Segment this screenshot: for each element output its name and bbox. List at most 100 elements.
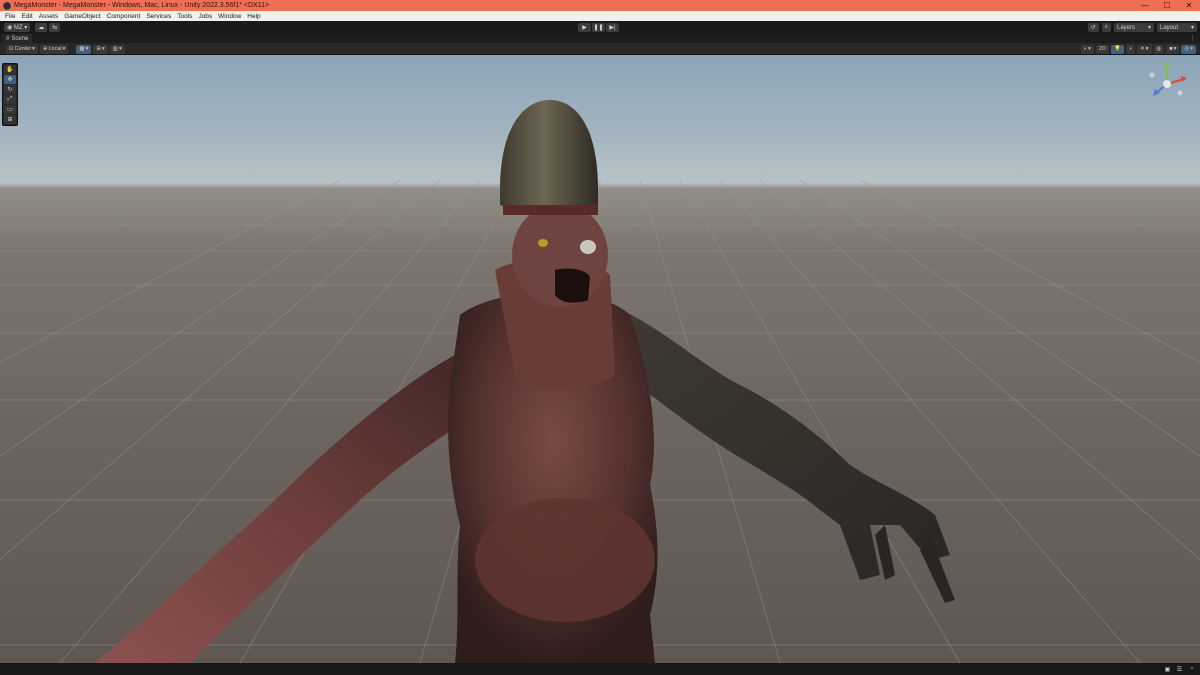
chevron-down-icon: ▾	[1190, 46, 1193, 52]
pause-icon: ❚❚	[593, 25, 604, 31]
menu-gameobject[interactable]: GameObject	[61, 13, 104, 20]
undo-history-button[interactable]: ↺	[1087, 23, 1099, 32]
grid-snapping-dropdown[interactable]: ▦ ▾	[76, 44, 92, 54]
console-icon[interactable]: ▣	[1163, 665, 1172, 673]
camera-icon: ■	[1169, 46, 1173, 52]
draw-mode-dropdown[interactable]: ◐ ▾	[1080, 44, 1094, 54]
more-options-icon[interactable]: ⋮	[1189, 34, 1196, 42]
space-label: Local	[48, 46, 62, 52]
collab-button[interactable]: ⇆	[49, 23, 61, 32]
gizmos-icon: ◎	[1184, 46, 1190, 52]
layout-dropdown[interactable]: Layout ▾	[1157, 23, 1197, 32]
rect-tool-icon[interactable]: ▭	[4, 105, 16, 114]
chevron-down-icon: ▾	[62, 46, 66, 52]
search-button[interactable]: ⌕	[1101, 23, 1111, 32]
grid-icon: ▦	[79, 46, 85, 52]
play-button[interactable]: ▶	[578, 23, 591, 32]
cloud-icon: ☁	[38, 25, 45, 31]
hand-tool-icon[interactable]: ✋	[4, 65, 16, 74]
lighting-toggle[interactable]: 💡	[1110, 44, 1124, 54]
chevron-down-icon: ▾	[1145, 46, 1149, 52]
menu-window[interactable]: Window	[215, 13, 244, 20]
chevron-down-icon: ▾	[118, 46, 122, 52]
window-controls: — ☐ ✕	[1134, 0, 1200, 11]
chevron-down-icon: ▾	[102, 46, 105, 52]
increment-snap-dropdown[interactable]: ⊞ ▾	[93, 44, 108, 54]
mode-2d-label: 2D	[1098, 46, 1106, 52]
space-dropdown[interactable]: ⊕ Local ▾	[39, 44, 69, 54]
history-icon: ↺	[1090, 25, 1096, 31]
scale-tool-icon[interactable]: ⤢	[4, 95, 16, 104]
chevron-down-icon: ▾	[1147, 25, 1151, 31]
close-button[interactable]: ✕	[1178, 0, 1200, 11]
menu-help[interactable]: Help	[244, 13, 263, 20]
window-title: MegaMonster - MegaMonster - Windows, Mac…	[14, 2, 270, 9]
shading-icon: ◐	[1083, 46, 1088, 52]
unity-icon	[3, 1, 11, 10]
pivot-dropdown[interactable]: ⊡ Center ▾	[6, 44, 38, 54]
toggle-2d-button[interactable]: 2D	[1095, 44, 1109, 54]
effects-dropdown[interactable]: ✦ ▾	[1137, 44, 1152, 54]
menu-edit[interactable]: Edit	[18, 13, 35, 20]
account-icon: ◉	[7, 25, 14, 31]
menu-file[interactable]: File	[2, 13, 18, 20]
layers-label: Layers	[1117, 24, 1136, 31]
play-icon: ▶	[582, 25, 587, 31]
scene-visibility-toggle[interactable]: ◍	[1153, 44, 1165, 54]
chevron-down-icon: ▾	[1088, 46, 1091, 52]
main-toolbar: ◉ MZ ▾ ☁ ⇆ ▶ ❚❚ ▶| ↺ ⌕ Layers ▾ Layout ▾	[0, 21, 1200, 34]
account-label: MZ	[13, 24, 23, 31]
account-dropdown[interactable]: ◉ MZ ▾	[4, 23, 31, 32]
layers-dropdown[interactable]: Layers ▾	[1114, 23, 1154, 32]
chevron-down-icon: ▾	[1173, 46, 1177, 52]
audio-toggle[interactable]: ◖	[1125, 44, 1136, 54]
ruler-icon: ▥	[112, 46, 118, 52]
cloud-button[interactable]: ☁	[35, 23, 48, 32]
chevron-down-icon: ▾	[32, 46, 35, 52]
chevron-down-icon: ▾	[85, 46, 89, 52]
maximize-button[interactable]: ☐	[1156, 0, 1178, 11]
notifications-icon[interactable]: ◔	[1187, 665, 1196, 673]
chevron-down-icon: ▾	[22, 25, 28, 31]
chevron-down-icon: ▾	[1190, 25, 1194, 31]
status-bar: ▣ ☰ ◔	[0, 663, 1200, 675]
tools-overlay: ✋ ✥ ↻ ⤢ ▭ ⊞	[2, 63, 18, 126]
step-button[interactable]: ▶|	[606, 23, 619, 32]
snap-icon: ⊞	[96, 46, 101, 52]
rotate-tool-icon[interactable]: ↻	[4, 85, 16, 94]
minimize-button[interactable]: —	[1134, 0, 1156, 11]
menu-tools[interactable]: Tools	[174, 13, 195, 20]
menu-component[interactable]: Component	[104, 13, 144, 20]
transform-tool-icon[interactable]: ⊞	[4, 115, 16, 124]
tab-bar: # Scene ⋮	[0, 34, 1200, 43]
tab-scene-label: Scene	[11, 35, 29, 42]
menu-jobs[interactable]: Jobs	[195, 13, 215, 20]
search-icon: ⌕	[1104, 24, 1108, 30]
menu-bar: File Edit Assets GameObject Component Se…	[0, 11, 1200, 21]
effects-icon: ✦	[1140, 46, 1145, 52]
menu-services[interactable]: Services	[143, 13, 174, 20]
camera-dropdown[interactable]: ■ ▾	[1166, 44, 1180, 54]
monster-model[interactable]	[0, 55, 1200, 663]
menu-assets[interactable]: Assets	[36, 13, 62, 20]
step-icon: ▶|	[609, 25, 616, 31]
scene-viewport[interactable]: ✋ ✥ ↻ ⤢ ▭ ⊞	[0, 55, 1200, 663]
visibility-icon: ◍	[1156, 46, 1162, 52]
move-tool-icon[interactable]: ✥	[4, 75, 16, 84]
gizmos-dropdown[interactable]: ◎ ▾	[1181, 44, 1196, 54]
scene-tab-icon: #	[6, 35, 10, 42]
tab-scene[interactable]: # Scene	[2, 34, 33, 43]
pivot-label: Center	[14, 46, 32, 52]
progress-icon[interactable]: ☰	[1175, 665, 1184, 673]
light-bulb-icon: 💡	[1113, 46, 1121, 52]
layout-label: Layout	[1160, 24, 1179, 31]
pause-button[interactable]: ❚❚	[592, 23, 605, 32]
pivot-icon: ⊡	[9, 46, 14, 52]
local-space-icon: ⊕	[42, 46, 48, 52]
scene-toolbar: ⊡ Center ▾ ⊕ Local ▾ ▦ ▾ ⊞ ▾ ▥ ▾ ◐ ▾ 2D	[0, 43, 1200, 55]
audio-icon: ◖	[1128, 46, 1133, 52]
overlay-dropdown[interactable]: ▥ ▾	[109, 44, 125, 54]
scene-gizmo-icon[interactable]	[1142, 59, 1192, 109]
title-bar: MegaMonster - MegaMonster - Windows, Mac…	[0, 0, 1200, 11]
collab-icon: ⇆	[52, 25, 58, 31]
